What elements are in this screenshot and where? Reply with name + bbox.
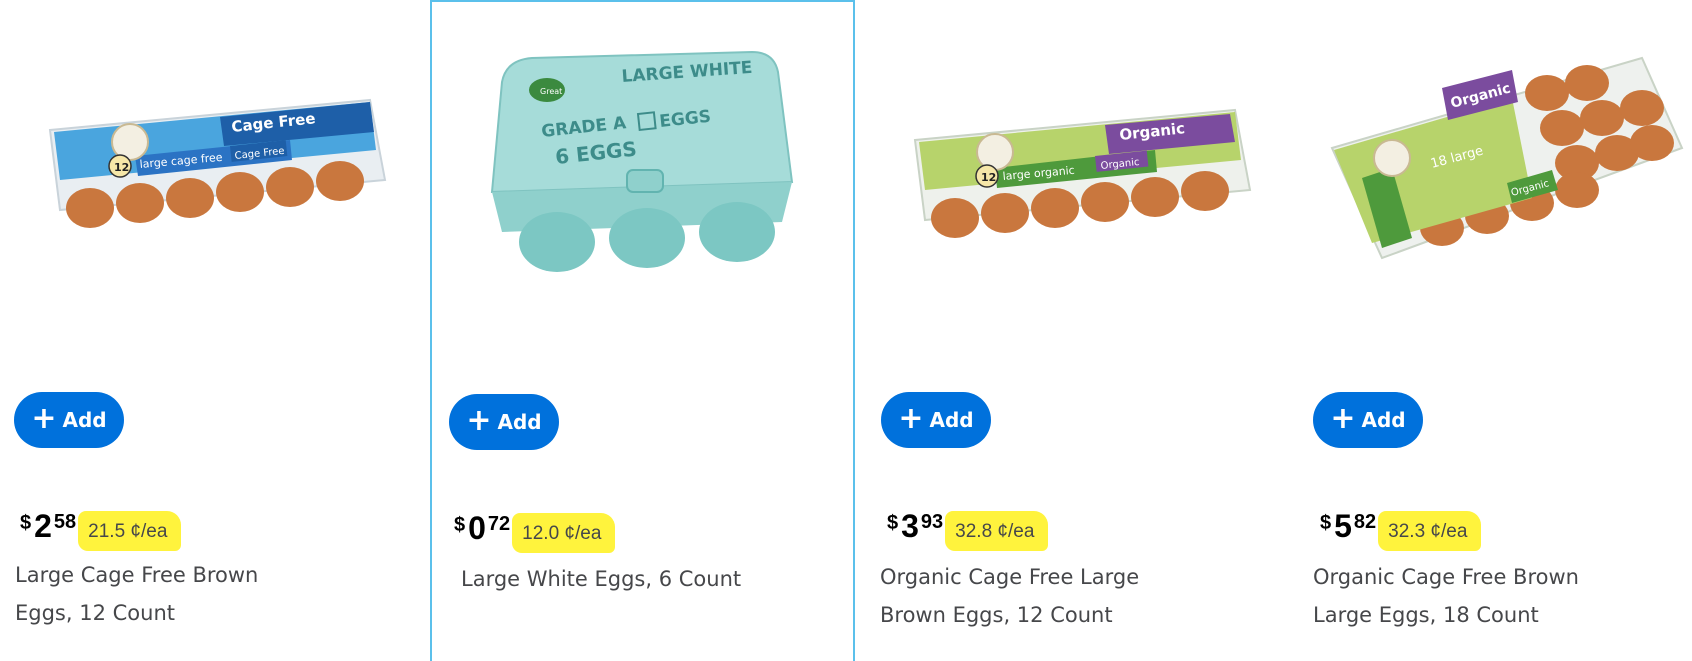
product-card-3[interactable]: 12 large organic Organic Organic + Add $… [865,0,1290,661]
add-button-label: Add [929,408,974,432]
price-dollars: 5 [1334,508,1352,544]
product-card-1[interactable]: 12 large cage free Cage Free Cage Free +… [0,0,430,661]
price: $ 0 72 [454,510,510,546]
unit-price: 32.8 ¢/ea [945,511,1049,551]
unit-price: 21.5 ¢/ea [78,511,182,551]
unit-price-text: 32.3 ¢/ea [1388,521,1468,542]
price-cents: 82 [1353,511,1377,533]
product-image-4[interactable]: Organic 18 large Organic [1300,0,1692,360]
currency-symbol: $ [1320,512,1332,534]
price-dollars: 3 [901,508,919,544]
svg-text:12: 12 [114,161,129,174]
product-title-link[interactable]: Organic Cage Free Brown Large Eggs, 18 C… [1313,558,1579,634]
plus-icon: + [898,401,924,436]
price-cents: 72 [487,513,511,535]
price-dollars: 0 [468,510,486,546]
svg-text:Great: Great [540,87,562,96]
product-title-line: Organic Cage Free Brown [1313,565,1579,589]
egg-carton-image: Great LARGE WHITE GRADE A EGGS 6 EGGS [490,50,794,272]
product-title-line: Eggs, 12 Count [15,601,175,625]
unit-price-text: 21.5 ¢/ea [88,521,168,542]
product-title-link[interactable]: Organic Cage Free Large Brown Eggs, 12 C… [880,558,1139,634]
egg-carton-image: 12 large organic Organic Organic [913,108,1252,238]
product-image-1[interactable]: 12 large cage free Cage Free Cage Free [0,0,430,360]
add-button[interactable]: + Add [449,394,559,450]
add-button-label: Add [497,410,542,434]
add-button[interactable]: + Add [1313,392,1423,448]
product-card-4[interactable]: Organic 18 large Organic + Add $ 5 82 32… [1300,0,1692,661]
product-title-line: Large White Eggs, 6 Count [461,567,742,591]
product-image-2[interactable]: Great LARGE WHITE GRADE A EGGS 6 EGGS [432,2,853,362]
product-title-line: Brown Eggs, 12 Count [880,603,1113,627]
price-row: $ 5 82 32.3 ¢/ea [1320,508,1482,551]
currency-symbol: $ [454,514,466,536]
add-button-label: Add [62,408,107,432]
price: $ 3 93 [887,508,943,544]
product-title-line: Large Cage Free Brown [15,563,259,587]
currency-symbol: $ [887,512,899,534]
add-button[interactable]: + Add [14,392,124,448]
price: $ 5 82 [1320,508,1376,544]
price-cents: 58 [53,511,77,533]
plus-icon: + [31,401,57,436]
plus-icon: + [466,403,492,438]
svg-text:12: 12 [981,171,996,184]
product-image-3[interactable]: 12 large organic Organic Organic [865,0,1290,360]
egg-carton-image: 12 large cage free Cage Free Cage Free [48,98,387,228]
product-title-line: Organic Cage Free Large [880,565,1140,589]
product-title-line: Large Eggs, 18 Count [1313,603,1539,627]
add-button-label: Add [1361,408,1406,432]
currency-symbol: $ [20,512,32,534]
price-row: $ 2 58 21.5 ¢/ea [20,508,182,551]
price-row: $ 0 72 12.0 ¢/ea [454,510,616,553]
unit-price-text: 32.8 ¢/ea [955,521,1035,542]
unit-price-text: 12.0 ¢/ea [522,523,602,544]
plus-icon: + [1330,401,1356,436]
unit-price: 32.3 ¢/ea [1378,511,1482,551]
price: $ 2 58 [20,508,76,544]
product-title-link[interactable]: Large White Eggs, 6 Count [461,560,741,598]
product-title-link[interactable]: Large Cage Free Brown Eggs, 12 Count [15,556,258,632]
price-row: $ 3 93 32.8 ¢/ea [887,508,1049,551]
price-dollars: 2 [34,508,52,544]
add-button[interactable]: + Add [881,392,991,448]
price-cents: 93 [920,511,944,533]
unit-price: 12.0 ¢/ea [512,513,616,553]
egg-carton-image: Organic 18 large Organic [1330,56,1684,260]
product-card-2[interactable]: Great LARGE WHITE GRADE A EGGS 6 EGGS + … [430,0,855,661]
